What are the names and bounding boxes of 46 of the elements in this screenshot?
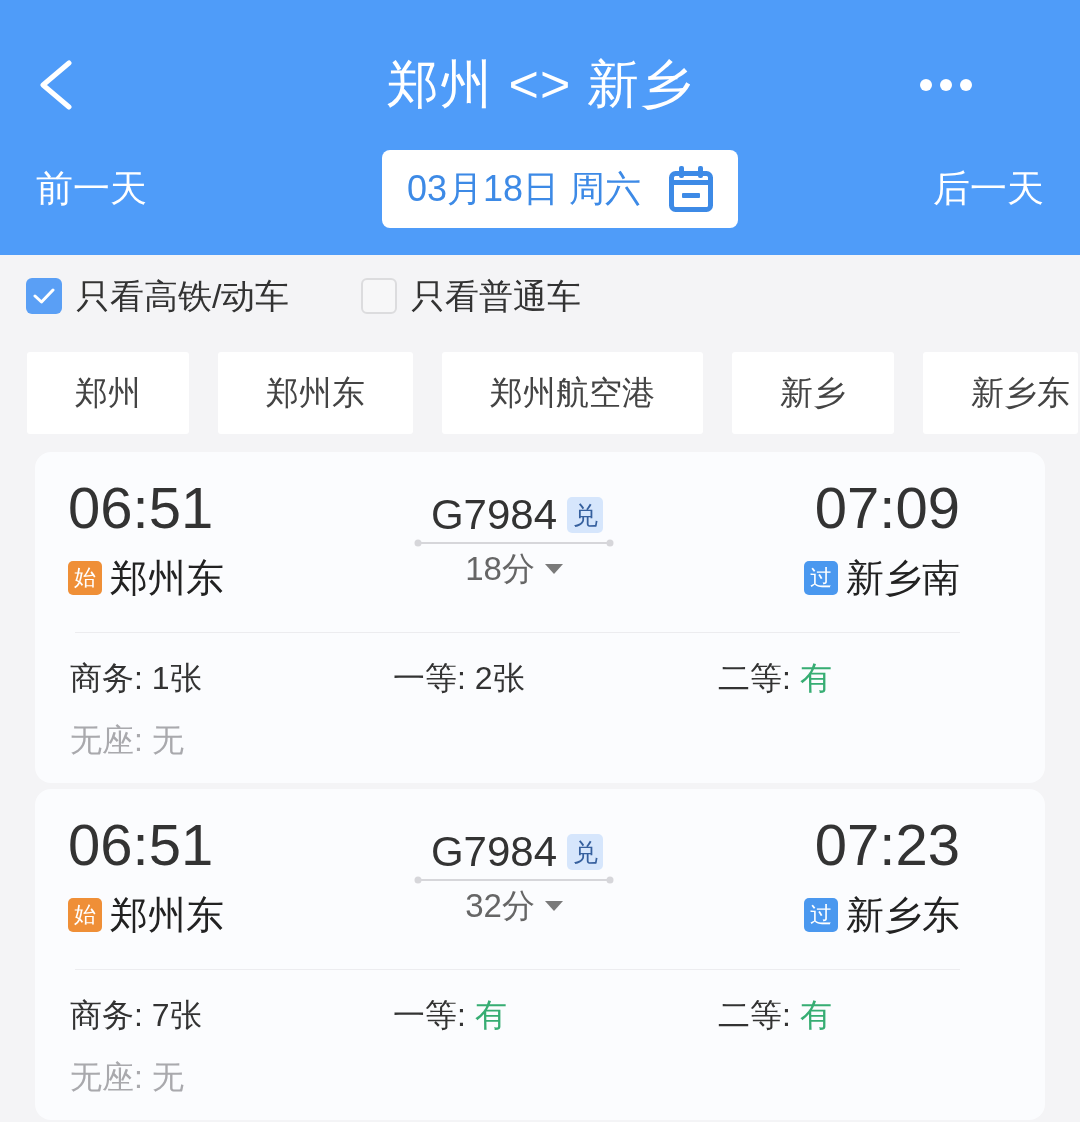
seat-availability: 二等: 有: [718, 996, 832, 1035]
seat-availability: 无座: 无: [70, 1058, 184, 1097]
check-icon: [33, 288, 55, 304]
checkbox[interactable]: [361, 278, 398, 314]
station-chip[interactable]: 新乡东: [923, 352, 1078, 434]
train-tag-badge: 兑: [567, 834, 604, 870]
duration-toggle[interactable]: 18分: [465, 547, 563, 591]
caret-icon: [544, 564, 563, 574]
train-number: G7984: [430, 491, 558, 539]
page-title: 郑州 <> 新乡: [386, 54, 694, 115]
seat-availability: 一等: 2张: [393, 659, 525, 698]
caret-icon: [544, 901, 563, 911]
station-chip[interactable]: 郑州东: [218, 352, 413, 434]
departure-time: 06:51: [68, 476, 214, 540]
station-type-badge: 始: [68, 561, 102, 595]
station-chip[interactable]: 新乡: [732, 352, 894, 434]
arrival-time: 07:23: [814, 813, 960, 877]
filter-label[interactable]: 只看高铁/动车: [76, 274, 290, 318]
more-icon: [920, 79, 972, 91]
seat-availability: 无座: 无: [70, 721, 184, 760]
train-tag-badge: 兑: [567, 497, 604, 533]
station-type-badge: 始: [68, 898, 102, 932]
filter-label[interactable]: 只看普通车: [411, 274, 582, 318]
checkbox[interactable]: [26, 278, 62, 314]
departure-time: 06:51: [68, 813, 214, 877]
date-picker-button[interactable]: 03月18日 周六: [382, 150, 738, 228]
seat-availability: 商务: 7张: [70, 996, 202, 1035]
train-number: G7984: [430, 828, 558, 876]
station-type-badge: 过: [804, 898, 838, 932]
station-type-badge: 过: [804, 561, 838, 595]
seat-availability: 二等: 有: [718, 659, 832, 698]
calendar-icon: [669, 166, 714, 212]
train-card[interactable]: 06:51 始 郑州东 G7984 兑 18分 07:09 过 新乡南 商务: 1张 一等: 2张 二等: 有 无座: 无: [35, 452, 1045, 783]
duration-toggle[interactable]: 32分: [465, 884, 563, 928]
seat-availability: 商务: 1张: [70, 659, 202, 698]
seat-availability: 一等: 有: [393, 996, 507, 1035]
station-chip[interactable]: 郑州: [27, 352, 189, 434]
back-icon: [38, 60, 74, 110]
more-button[interactable]: [920, 78, 972, 92]
station-name: 郑州东: [110, 556, 224, 600]
train-card[interactable]: 06:51 始 郑州东 G7984 兑 32分 07:23 过 新乡东 商务: 7张 一等: 有 二等: 有 无座: 无: [35, 789, 1045, 1120]
station-name: 新乡东: [846, 893, 960, 937]
station-name: 郑州东: [110, 893, 224, 937]
arrival-time: 07:09: [814, 476, 960, 540]
station-name: 新乡南: [846, 556, 960, 600]
station-chip[interactable]: 郑州航空港: [442, 352, 703, 434]
